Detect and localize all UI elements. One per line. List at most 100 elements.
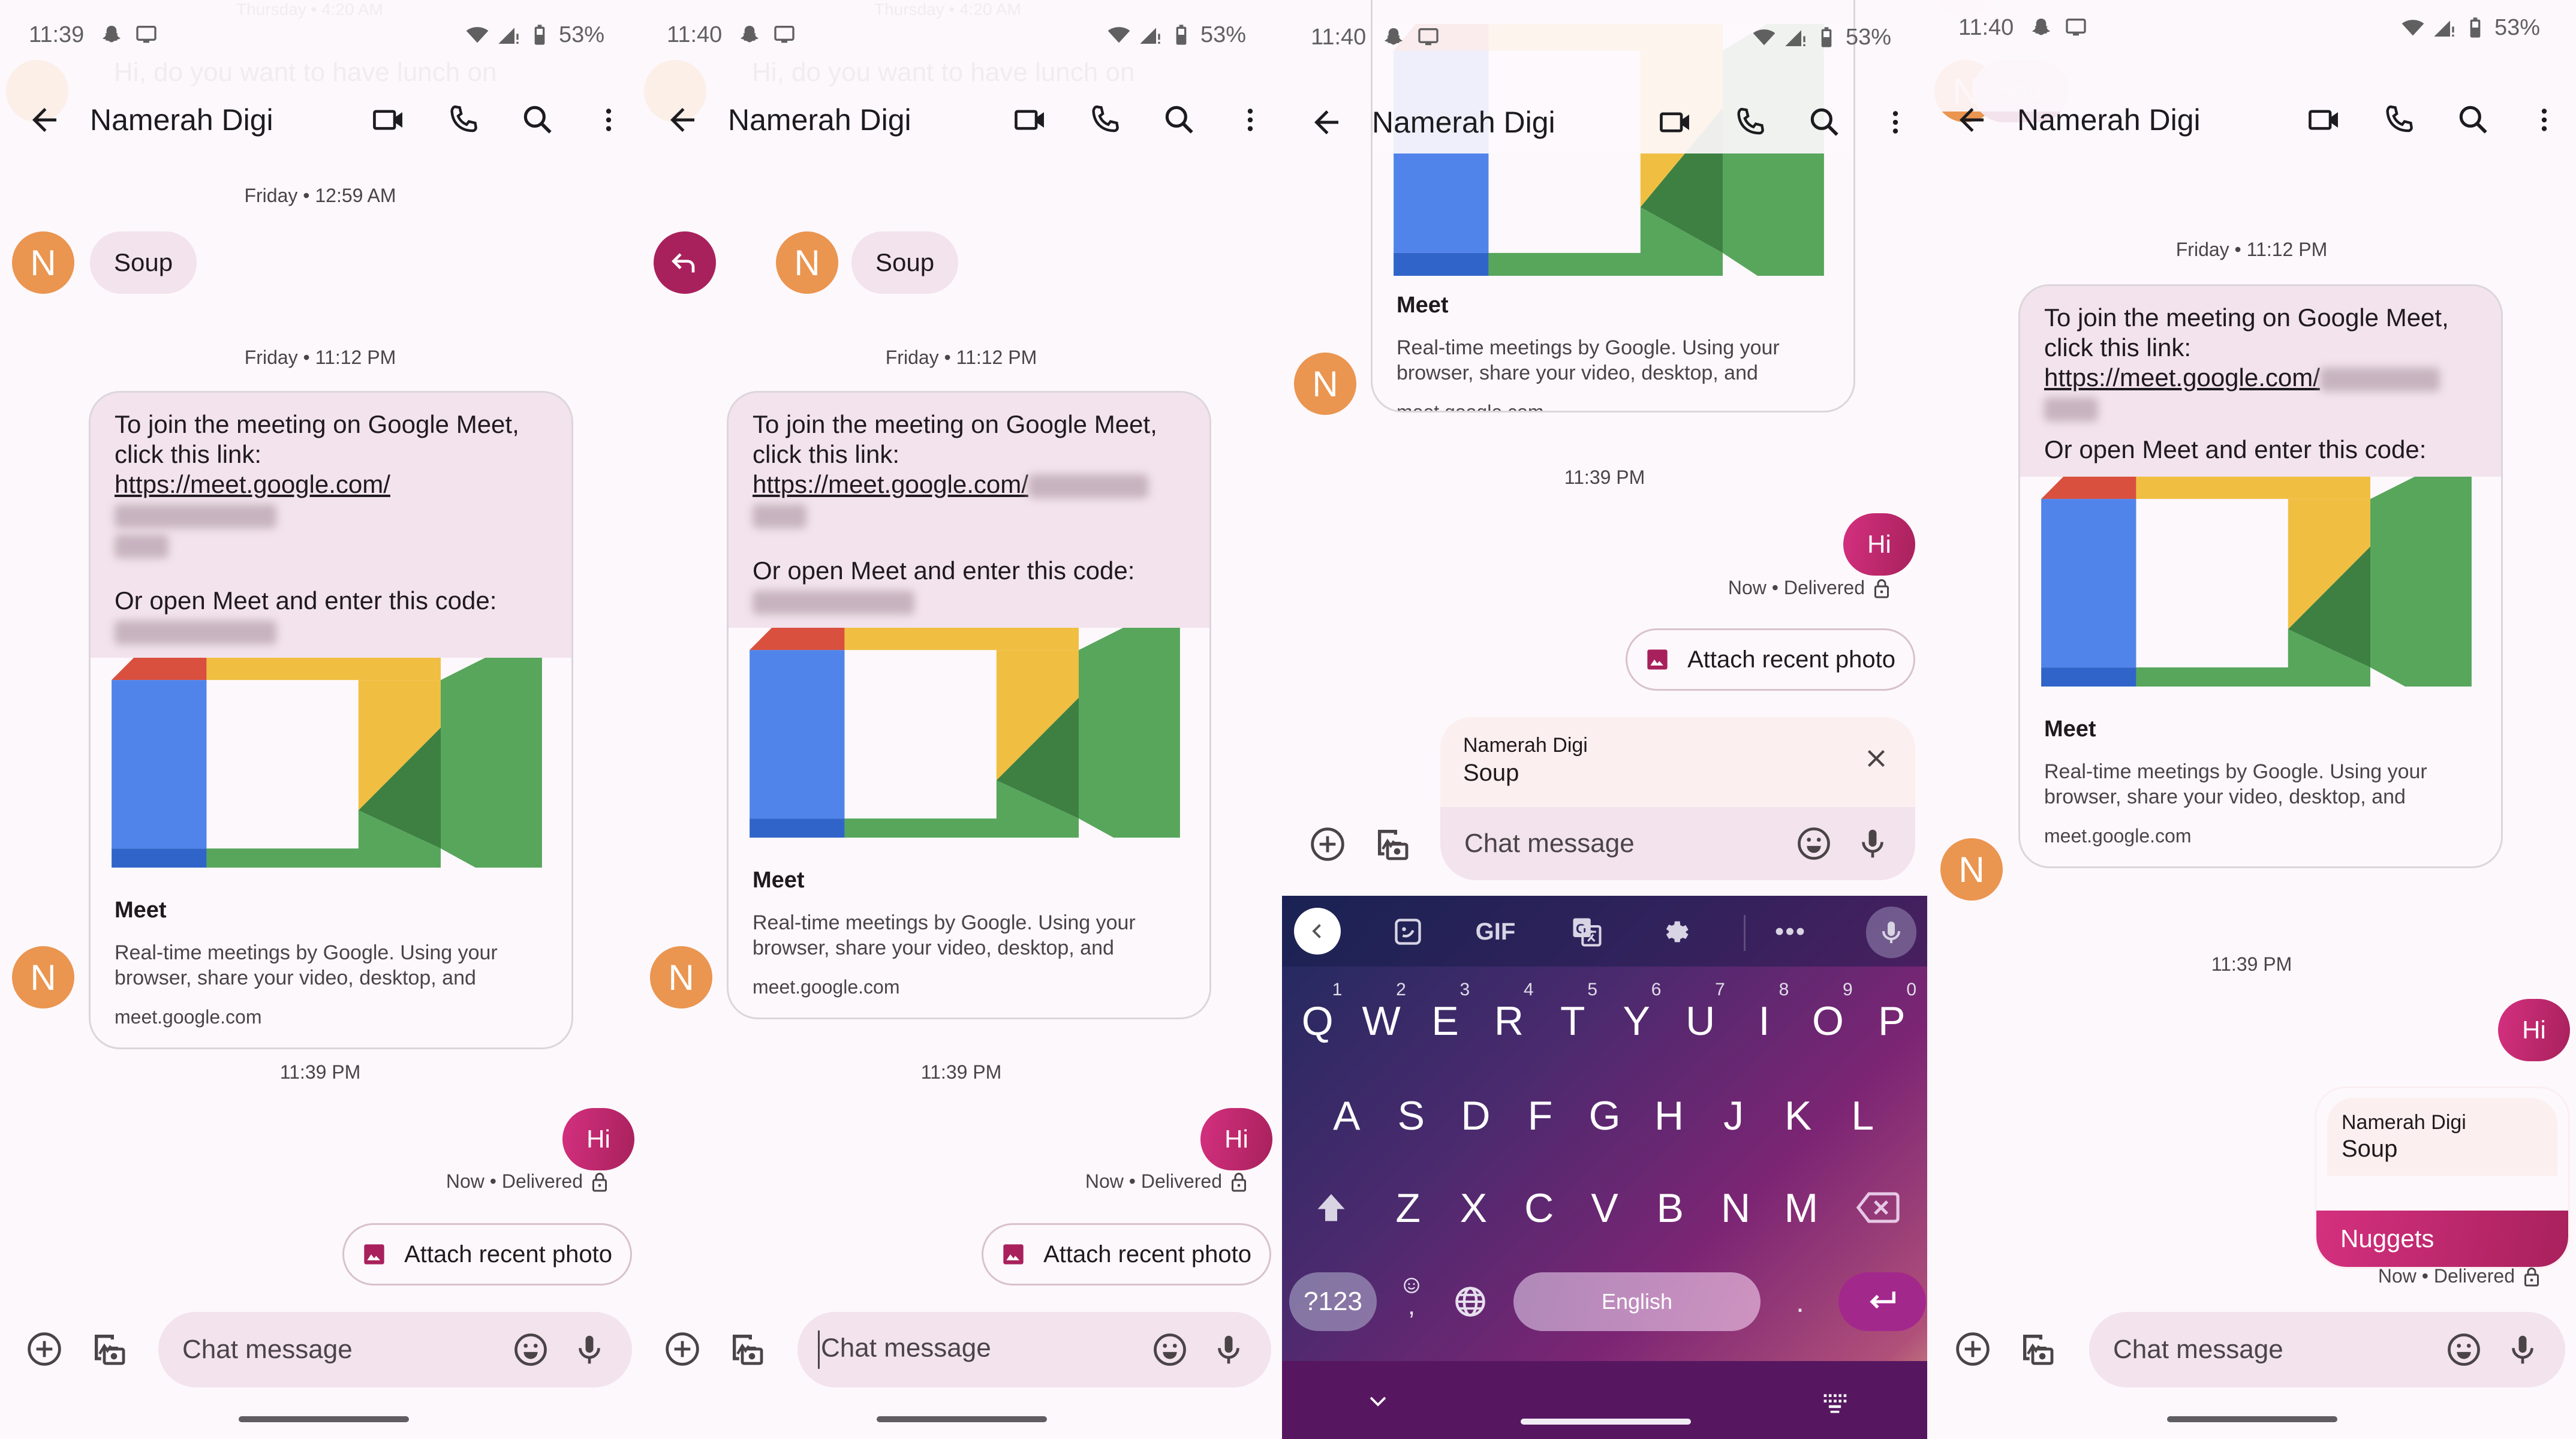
key-d[interactable]: D	[1443, 1092, 1508, 1139]
emoji-icon[interactable]	[512, 1331, 549, 1368]
home-indicator[interactable]	[877, 1416, 1047, 1422]
emoji-icon[interactable]	[1795, 825, 1832, 862]
more-options-icon[interactable]	[1235, 101, 1265, 139]
home-indicator[interactable]	[239, 1416, 409, 1422]
key-k[interactable]: K	[1766, 1092, 1831, 1139]
symbols-key[interactable]: ?123	[1289, 1272, 1377, 1331]
gif-button[interactable]: GIF	[1471, 914, 1519, 950]
message-bubble-hi[interactable]: Hi	[1200, 1108, 1272, 1170]
key-o[interactable]: O9	[1796, 980, 1859, 1044]
microphone-icon[interactable]	[1854, 825, 1891, 862]
avatar[interactable]: N	[650, 946, 712, 1008]
avatar[interactable]: N	[12, 946, 74, 1008]
video-call-icon[interactable]	[2306, 101, 2343, 139]
home-indicator[interactable]	[2167, 1416, 2337, 1422]
key-m[interactable]: M	[1768, 1185, 1834, 1235]
meet-link[interactable]: https://meet.google.com/	[2044, 363, 2320, 392]
chat-message-input[interactable]: Chat message	[158, 1312, 632, 1387]
key-i[interactable]: I8	[1732, 980, 1796, 1044]
emoji-icon[interactable]	[2445, 1331, 2482, 1368]
back-arrow-icon[interactable]	[1954, 102, 1990, 138]
key-b[interactable]: B	[1638, 1185, 1703, 1235]
meet-link[interactable]: https://meet.google.com/	[115, 470, 390, 498]
keyboard-switcher-icon[interactable]	[1822, 1391, 1848, 1415]
more-toolbar-button[interactable]: •••	[1772, 914, 1808, 950]
back-arrow-icon[interactable]	[664, 102, 700, 138]
avatar[interactable]: N	[12, 231, 74, 294]
add-attachment-icon[interactable]	[663, 1330, 702, 1368]
message-bubble-hi[interactable]: Hi	[562, 1108, 634, 1170]
language-switch-key[interactable]	[1453, 1272, 1487, 1331]
microphone-icon[interactable]	[1210, 1331, 1247, 1368]
back-arrow-icon[interactable]	[26, 102, 62, 138]
gallery-camera-icon[interactable]	[2018, 1330, 2057, 1368]
key-n[interactable]: N	[1703, 1185, 1768, 1235]
message-bubble-hi[interactable]: Hi	[2498, 999, 2570, 1061]
avatar[interactable]: N	[1940, 838, 2003, 901]
key-u[interactable]: U7	[1668, 980, 1732, 1044]
back-arrow-icon[interactable]	[1308, 104, 1344, 140]
key-z[interactable]: Z	[1376, 1185, 1441, 1235]
attach-recent-photo-chip[interactable]: Attach recent photo	[342, 1223, 632, 1286]
enter-key[interactable]	[1838, 1272, 1926, 1331]
phone-call-icon[interactable]	[1732, 104, 1769, 141]
gallery-camera-icon[interactable]	[1373, 825, 1412, 863]
key-j[interactable]: J	[1701, 1092, 1766, 1139]
comma-key[interactable]: ,	[1394, 1272, 1430, 1331]
backspace-key[interactable]	[1834, 1185, 1922, 1235]
period-key[interactable]: .	[1783, 1272, 1817, 1331]
space-bar[interactable]: English	[1513, 1272, 1761, 1331]
microphone-icon[interactable]	[571, 1331, 608, 1368]
chat-message-input[interactable]: Chat message	[798, 1312, 1271, 1387]
key-l[interactable]: L	[1831, 1092, 1895, 1139]
key-e[interactable]: E3	[1413, 980, 1477, 1044]
key-y[interactable]: Y6	[1605, 980, 1668, 1044]
meet-invite-message[interactable]: To join the meeting on Google Meet, clic…	[727, 391, 1211, 1019]
avatar[interactable]: N	[1294, 353, 1356, 415]
reply-message-bubble[interactable]: Namerah Digi Soup Nuggets	[2315, 1086, 2570, 1269]
search-icon[interactable]	[2455, 101, 2492, 139]
video-call-icon[interactable]	[371, 101, 408, 139]
home-indicator[interactable]	[1521, 1419, 1691, 1425]
message-bubble-soup[interactable]: Soup	[851, 231, 959, 294]
key-r[interactable]: R4	[1477, 980, 1540, 1044]
gallery-camera-icon[interactable]	[90, 1330, 128, 1368]
key-s[interactable]: S	[1379, 1092, 1444, 1139]
search-icon[interactable]	[1161, 101, 1198, 139]
key-a[interactable]: A	[1314, 1092, 1379, 1139]
add-attachment-icon[interactable]	[1308, 825, 1347, 863]
search-icon[interactable]	[1806, 104, 1843, 141]
add-attachment-icon[interactable]	[1954, 1330, 1992, 1368]
key-q[interactable]: Q1	[1286, 980, 1349, 1044]
key-c[interactable]: C	[1506, 1185, 1572, 1235]
meet-invite-message[interactable]: Meet Real-time meetings by Google. Using…	[1371, 0, 1855, 413]
collapse-toolbar-button[interactable]	[1294, 908, 1341, 955]
shift-key[interactable]	[1287, 1185, 1376, 1235]
key-p[interactable]: P0	[1860, 980, 1924, 1044]
chat-message-input[interactable]: Chat message	[2089, 1312, 2565, 1387]
quoted-message[interactable]: Namerah Digi Soup	[2327, 1098, 2557, 1176]
more-options-icon[interactable]	[2529, 101, 2559, 139]
more-options-icon[interactable]	[594, 101, 624, 139]
meet-link[interactable]: https://meet.google.com/	[753, 470, 1028, 498]
phone-call-icon[interactable]	[1087, 101, 1124, 139]
phone-call-icon[interactable]	[2381, 101, 2418, 139]
key-g[interactable]: G	[1572, 1092, 1637, 1139]
gallery-camera-icon[interactable]	[728, 1330, 766, 1368]
phone-call-icon[interactable]	[445, 101, 482, 139]
attach-recent-photo-chip[interactable]: Attach recent photo	[982, 1223, 1271, 1286]
emoji-icon[interactable]	[1151, 1331, 1188, 1368]
video-call-icon[interactable]	[1657, 104, 1695, 141]
key-x[interactable]: X	[1441, 1185, 1506, 1235]
avatar[interactable]: N	[776, 231, 838, 294]
attach-recent-photo-chip[interactable]: Attach recent photo	[1626, 628, 1915, 691]
key-f[interactable]: F	[1508, 1092, 1573, 1139]
key-h[interactable]: H	[1637, 1092, 1702, 1139]
microphone-icon[interactable]	[2504, 1331, 2541, 1368]
key-v[interactable]: V	[1572, 1185, 1637, 1235]
search-icon[interactable]	[519, 101, 556, 139]
chat-message-input[interactable]: Chat message	[1440, 807, 1915, 880]
video-call-icon[interactable]	[1012, 101, 1049, 139]
key-t[interactable]: T5	[1541, 980, 1605, 1044]
sticker-button[interactable]	[1390, 914, 1426, 950]
